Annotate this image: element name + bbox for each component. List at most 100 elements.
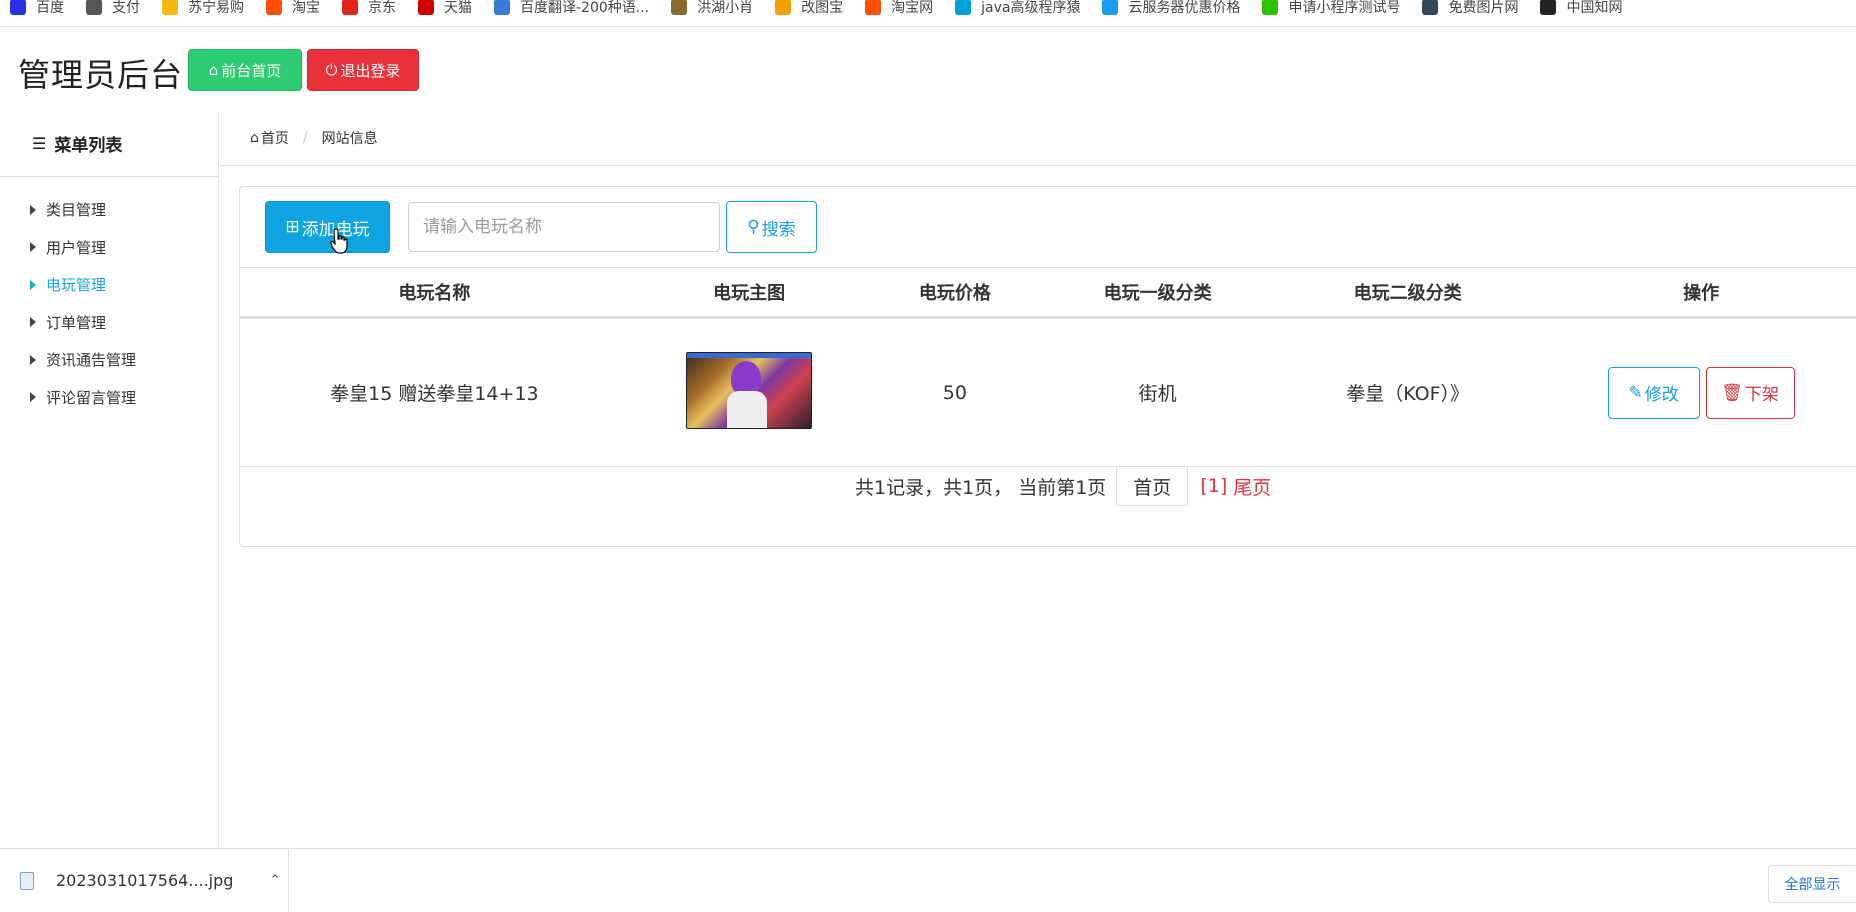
bookmark-label: 百度 — [36, 0, 64, 16]
bilibili-icon — [955, 0, 972, 15]
bookmark-label: java高级程序猿 — [981, 0, 1081, 16]
plus-square-icon: ⊞ — [285, 217, 300, 237]
jd-icon — [342, 0, 358, 15]
last-page-link[interactable]: 尾页 — [1233, 473, 1271, 500]
bookmark-label: 改图宝 — [801, 0, 844, 16]
caret-right-icon — [30, 204, 36, 215]
sidebar-item-category[interactable]: 类目管理 — [0, 191, 218, 229]
breadcrumb-current: 网站信息 — [321, 131, 378, 147]
column-header-category1: 电玩一级分类 — [1040, 267, 1275, 319]
pagination-summary: 共1记录，共1页， 当前第1页 — [855, 476, 1107, 499]
bookmark-label: 支付 — [112, 0, 140, 16]
logout-button[interactable]: ⏻ 退出登录 — [307, 49, 419, 91]
page-title: 管理员后台 — [18, 56, 184, 94]
bookmark-item[interactable]: 申请小程序测试号 — [1262, 0, 1400, 17]
caret-right-icon — [30, 354, 36, 365]
sidebar-heading: ☰ 菜单列表 — [0, 111, 218, 177]
cnki-icon — [1540, 0, 1557, 15]
bookmark-item[interactable]: 百度 — [10, 0, 64, 17]
bookmark-label: 淘宝 — [292, 0, 320, 16]
table-row: 拳皇15 赠送拳皇14+13 50 街机 拳皇（KOF）》 ✎ 修改 🗑 下架 — [240, 317, 1856, 467]
sidebar: ☰ 菜单列表 类目管理 用户管理 电玩管理 订单管理 资讯通告管理 评论留言管理 — [0, 111, 219, 848]
bookmark-item[interactable]: 苏宁易购 — [162, 0, 244, 17]
bookmark-label: 天猫 — [444, 0, 472, 16]
search-button[interactable]: ⚲ 搜索 — [726, 201, 817, 253]
bookmark-label: 免费图片网 — [1448, 0, 1519, 16]
sidebar-item-comments[interactable]: 评论留言管理 — [0, 379, 218, 417]
bookmark-item[interactable]: java高级程序猿 — [955, 0, 1080, 17]
column-header-price: 电玩价格 — [869, 267, 1041, 319]
sidebar-item-news[interactable]: 资讯通告管理 — [0, 341, 218, 379]
breadcrumb: ⌂ 首页 / 网站信息 — [220, 111, 1856, 166]
bookmark-label: 百度翻译-200种语... — [520, 0, 650, 16]
remove-button[interactable]: 🗑 下架 — [1705, 366, 1795, 419]
home-icon: ⌂ — [250, 130, 259, 146]
download-file-name: 2023031017564....jpg — [56, 871, 234, 890]
bird-icon — [671, 0, 688, 15]
home-button-label: 前台首页 — [221, 61, 282, 80]
first-page-button[interactable]: 首页 — [1116, 466, 1189, 506]
bookmark-item[interactable]: 免费图片网 — [1422, 0, 1518, 17]
show-all-button[interactable]: 全部显示 — [1768, 865, 1856, 903]
caret-right-icon — [30, 242, 36, 253]
sidebar-item-orders[interactable]: 订单管理 — [0, 304, 218, 342]
bookmark-label: 申请小程序测试号 — [1288, 0, 1401, 16]
breadcrumb-separator: / — [302, 130, 308, 146]
bookmark-item[interactable]: 淘宝 — [266, 0, 320, 17]
breadcrumb-home[interactable]: 首页 — [261, 128, 289, 148]
column-header-name: 电玩名称 — [240, 267, 629, 319]
taobao-icon — [865, 0, 882, 15]
cell-actions: ✎ 修改 🗑 下架 — [1540, 317, 1856, 467]
column-header-actions: 操作 — [1540, 267, 1856, 319]
column-header-category2: 电玩二级分类 — [1275, 267, 1541, 319]
download-item[interactable]: 2023031017564....jpg ⌃ — [0, 849, 289, 912]
bookmark-item[interactable]: 天猫 — [418, 0, 472, 17]
bookmark-item[interactable]: 云服务器优惠价格 — [1102, 0, 1240, 17]
bookmark-item[interactable]: 改图宝 — [775, 0, 843, 17]
image-file-icon — [20, 871, 34, 890]
download-bar: 2023031017564....jpg ⌃ 全部显示 — [0, 848, 1856, 912]
cloud-icon — [1102, 0, 1119, 15]
home-button[interactable]: ⌂ 前台首页 — [188, 49, 302, 91]
cell-category2: 拳皇（KOF）》 — [1275, 317, 1541, 467]
bookmark-item[interactable]: 百度翻译-200种语... — [494, 0, 649, 17]
bookmark-label: 苏宁易购 — [188, 0, 244, 16]
globe-icon — [86, 0, 102, 15]
game-cover-thumbnail[interactable] — [686, 351, 813, 429]
sidebar-item-label: 类目管理 — [46, 201, 107, 220]
home-icon: ⌂ — [208, 61, 219, 79]
search-icon: ⚲ — [747, 217, 760, 237]
bookmarks-bar: 百度 支付 苏宁易购 淘宝 京东 天猫 百度翻译-200种语... 洪湖小肖 改图宝 淘宝网 jav… — [0, 0, 1856, 27]
bookmark-item[interactable]: 中国知网 — [1540, 0, 1622, 17]
bookmark-item[interactable]: 淘宝网 — [865, 0, 933, 17]
sidebar-item-users[interactable]: 用户管理 — [0, 229, 218, 267]
cell-price: 50 — [869, 317, 1041, 467]
search-button-label: 搜索 — [761, 219, 796, 240]
tumblr-icon — [1422, 0, 1439, 15]
chevron-up-icon[interactable]: ⌃ — [269, 873, 280, 888]
suning-icon — [162, 0, 178, 15]
cell-category1: 街机 — [1040, 317, 1275, 467]
folder-icon — [775, 0, 792, 15]
edit-button[interactable]: ✎ 修改 — [1607, 366, 1700, 419]
pagination: 共1记录，共1页， 当前第1页 首页 [1] 尾页 — [240, 461, 1856, 511]
add-game-button[interactable]: ⊞ 添加电玩 — [265, 201, 390, 253]
list-icon: ☰ — [32, 134, 47, 153]
power-icon: ⏻ — [325, 61, 338, 79]
caret-right-icon — [30, 279, 36, 290]
translate-icon — [494, 0, 510, 15]
bookmark-label: 京东 — [368, 0, 396, 16]
wechat-icon — [1262, 0, 1279, 15]
sidebar-menu: 类目管理 用户管理 电玩管理 订单管理 资讯通告管理 评论留言管理 — [0, 177, 218, 416]
bookmark-label: 云服务器优惠价格 — [1128, 0, 1241, 16]
bookmark-item[interactable]: 洪湖小肖 — [671, 0, 753, 17]
content-panel: ⊞ 添加电玩 ⚲ 搜索 电玩名称 电玩主图 电玩价格 电玩一级分类 电玩二级分类… — [239, 186, 1856, 547]
sidebar-heading-label: 菜单列表 — [54, 136, 123, 156]
sidebar-item-games[interactable]: 电玩管理 — [0, 266, 218, 304]
cell-name: 拳皇15 赠送拳皇14+13 — [240, 317, 629, 467]
current-page: [1] — [1200, 475, 1228, 497]
bookmark-item[interactable]: 京东 — [342, 0, 396, 17]
search-input[interactable] — [408, 202, 720, 252]
remove-button-label: 下架 — [1744, 385, 1779, 405]
bookmark-item[interactable]: 支付 — [86, 0, 140, 17]
